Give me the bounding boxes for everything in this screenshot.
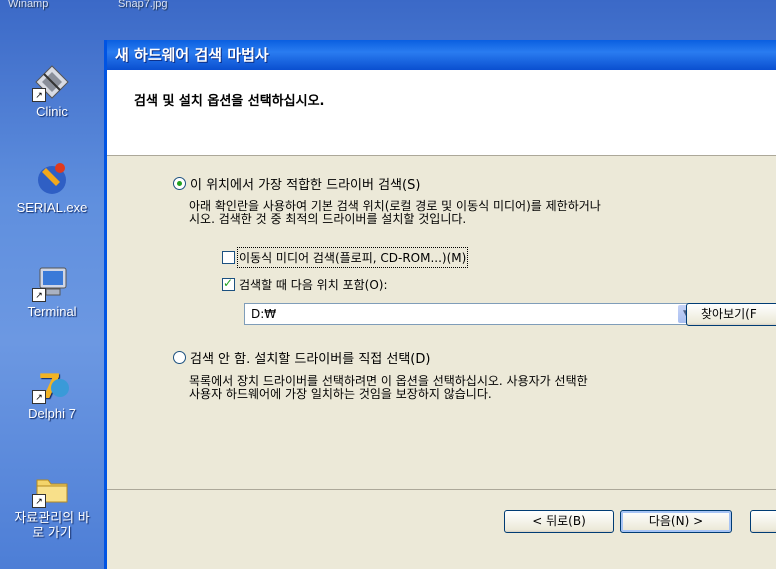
desktop-icon-terminal[interactable]: ↗ Terminal [0,262,104,319]
removable-media-checkbox-row[interactable]: 이동식 미디어 검색(플로피, CD-ROM...)(M) [222,247,469,268]
wizard-header: 검색 및 설치 옵션을 선택하십시오. [107,70,776,156]
desktop-icon-label: SERIAL.exe [16,200,88,215]
location-combobox[interactable]: D:₩ ▼ [244,303,697,325]
delphi-icon: 7 ↗ [32,364,72,407]
desktop-icon-label: 자료관리의 바로 가기 [14,510,90,540]
browse-button[interactable]: 찾아보기(F [686,303,776,326]
manual-radio[interactable] [173,351,186,364]
desktop-label-snap[interactable]: Snap7.jpg [118,0,168,10]
clinic-icon: ↗ [32,62,72,102]
desktop-icon-label: Clinic [36,104,68,119]
desktop-icon-folder-shortcut[interactable]: ↗ 자료관리의 바로 가기 [0,468,104,540]
serial-exe-icon [32,158,72,198]
include-location-label[interactable]: 검색할 때 다음 위치 포함(O): [239,276,388,293]
shortcut-arrow-icon: ↗ [32,88,46,102]
back-button[interactable]: < 뒤로(B) [504,510,614,533]
window-title[interactable]: 새 하드웨어 검색 마법사 [107,40,776,70]
search-radio[interactable] [173,177,186,190]
shortcut-arrow-icon: ↗ [32,494,46,508]
wizard-content: 이 위치에서 가장 적합한 드라이버 검색(S) 아래 확인란을 사용하여 기본… [107,156,776,486]
folder-shortcut-icon: ↗ [32,468,72,508]
manual-option-label[interactable]: 검색 안 함. 설치할 드라이버를 직접 선택(D) [190,348,430,367]
desktop-top-labels: Winamp Snap7.jpg [0,0,200,14]
desktop-icon-delphi[interactable]: 7 ↗ Delphi 7 [0,364,104,421]
include-location-checkbox[interactable] [222,276,235,291]
option-manual-radio-row[interactable]: 검색 안 함. 설치할 드라이버를 직접 선택(D) [173,348,430,367]
desktop-icon-clinic[interactable]: ↗ Clinic [0,62,104,119]
removable-media-label[interactable]: 이동식 미디어 검색(플로피, CD-ROM...)(M) [236,247,469,268]
cancel-button[interactable] [750,510,776,533]
hardware-wizard-window: 새 하드웨어 검색 마법사 검색 및 설치 옵션을 선택하십시오. 이 위치에서… [104,40,776,569]
shortcut-arrow-icon: ↗ [32,288,46,302]
manual-description-line2: 사용자 하드웨어에 가장 일치하는 것임을 보장하지 않습니다. [189,387,492,401]
include-location-checkbox-row[interactable]: 검색할 때 다음 위치 포함(O): [222,276,388,293]
header-title: 검색 및 설치 옵션을 선택하십시오. [134,94,325,109]
location-value[interactable]: D:₩ [251,307,276,321]
desktop-label-winamp[interactable]: Winamp [8,0,48,10]
terminal-icon: ↗ [32,262,72,302]
next-button[interactable]: 다음(N) > [620,510,732,533]
option-search-radio-row[interactable]: 이 위치에서 가장 적합한 드라이버 검색(S) [173,174,420,193]
search-description-line2: 시오. 검색한 것 중 최적의 드라이버를 설치할 것입니다. [189,212,467,226]
desktop-icon-serial[interactable]: SERIAL.exe [0,158,104,215]
desktop-icon-label: Delphi 7 [28,406,76,421]
desktop-icon-label: Terminal [27,304,77,319]
footer-divider [107,489,776,490]
removable-media-checkbox[interactable] [222,251,235,264]
search-option-label[interactable]: 이 위치에서 가장 적합한 드라이버 검색(S) [190,174,420,193]
shortcut-arrow-icon: ↗ [32,390,46,404]
